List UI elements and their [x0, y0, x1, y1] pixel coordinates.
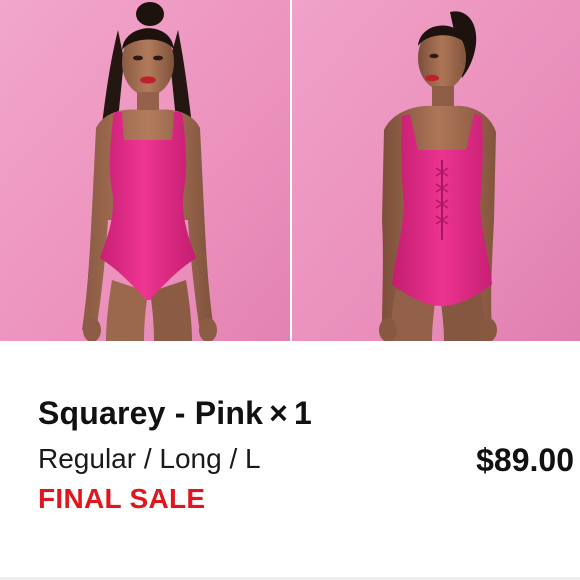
product-gallery — [0, 0, 580, 341]
product-variant: Regular / Long / L — [38, 443, 261, 474]
product-photo-back[interactable] — [292, 0, 580, 341]
final-sale-badge: FINAL SALE — [38, 483, 206, 514]
product-price: $89.00 — [476, 442, 574, 478]
cart-line-item: Squarey - Pink × 1 Regular / Long / L FINA… — [0, 0, 580, 580]
product-info: Squarey - Pink × 1 Regular / Long / L FINA… — [0, 341, 580, 580]
product-title[interactable]: Squarey - Pink × 1 — [38, 395, 312, 432]
product-quantity: 1 — [294, 395, 312, 431]
back-model-illustration — [292, 0, 580, 341]
product-photo-front[interactable] — [0, 0, 290, 341]
quantity-separator: × — [269, 395, 288, 431]
product-name: Squarey - Pink — [38, 395, 264, 431]
front-model-illustration — [0, 0, 290, 341]
